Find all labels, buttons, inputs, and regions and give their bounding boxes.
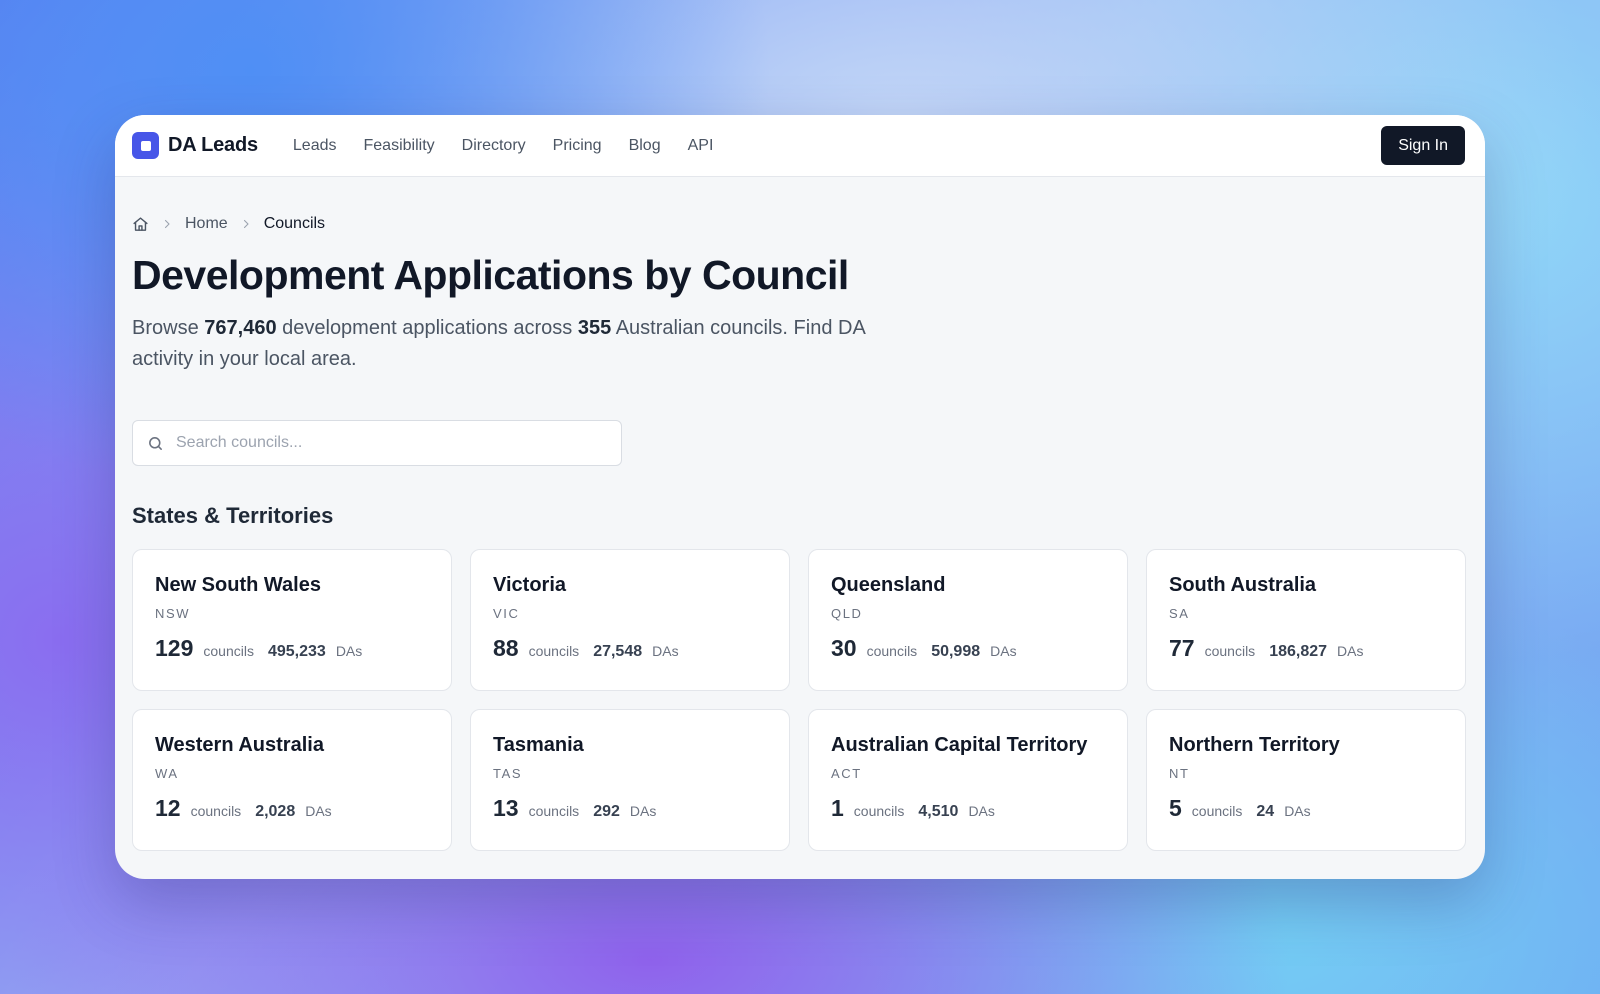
councils-count: 1 [831, 795, 844, 821]
das-count: 27,548 [593, 643, 643, 660]
section-title: States & Territories [132, 503, 334, 528]
breadcrumb: Home Councils [132, 213, 1465, 235]
state-card-act[interactable]: Australian Capital Territory ACT 1 counc… [808, 709, 1128, 851]
state-card-sa[interactable]: South Australia SA 77 councils 186,827 D… [1146, 549, 1466, 691]
das-count: 50,998 [931, 643, 981, 660]
councils-count: 13 [493, 795, 519, 821]
states-grid: New South Wales NSW 129 councils 495,233… [132, 549, 1466, 851]
councils-label: councils [203, 643, 254, 659]
subtitle-across: development applications across [282, 317, 573, 339]
state-abbr: WA [155, 766, 179, 781]
state-abbr: NT [1169, 766, 1190, 781]
das-count: 24 [1256, 803, 1275, 820]
das-label: DAs [1337, 643, 1364, 659]
state-abbr: TAS [493, 766, 523, 781]
das-count: 2,028 [255, 803, 296, 820]
nav-leads[interactable]: Leads [293, 137, 337, 155]
subtitle-browse: Browse [132, 317, 199, 339]
councils-label: councils [190, 803, 242, 819]
navbar: DA Leads Leads Feasibility Directory Pri… [115, 115, 1485, 177]
breadcrumb-home[interactable]: Home [185, 215, 228, 233]
breadcrumb-current: Councils [263, 215, 326, 232]
total-councils: 355 [577, 317, 612, 339]
main-content: Home Councils Development Applications b… [115, 177, 1485, 851]
home-icon[interactable] [132, 216, 149, 233]
chevron-right-icon [240, 218, 252, 230]
page-title: Development Applications by Council [132, 252, 849, 298]
main-nav: Leads Feasibility Directory Pricing Blog… [293, 137, 740, 155]
das-count: 292 [593, 803, 620, 820]
state-abbr: VIC [493, 606, 520, 621]
state-stats: 30 councils 50,998 DAs [831, 635, 1105, 662]
state-stats: 129 councils 495,233 DAs [155, 635, 429, 662]
councils-count: 5 [1169, 795, 1182, 821]
councils-count: 12 [155, 795, 181, 821]
councils-label: councils [528, 803, 580, 819]
logo-icon [132, 132, 159, 159]
state-card-vic[interactable]: Victoria VIC 88 councils 27,548 DAs [470, 549, 790, 691]
state-name: Northern Territory [1169, 734, 1340, 756]
das-label: DAs [652, 643, 679, 659]
councils-count: 30 [831, 635, 857, 661]
state-stats: 5 councils 24 DAs [1169, 795, 1443, 822]
page-subtitle: Browse 767,460 development applications … [132, 313, 912, 375]
search-box[interactable] [132, 420, 622, 466]
chevron-right-icon [161, 218, 173, 230]
state-stats: 77 councils 186,827 DAs [1169, 635, 1443, 662]
das-label: DAs [629, 803, 657, 819]
das-label: DAs [1284, 803, 1311, 819]
councils-count: 77 [1169, 635, 1195, 661]
logo[interactable]: DA Leads [132, 132, 258, 159]
search-icon [147, 435, 164, 452]
state-name: Western Australia [155, 734, 324, 756]
nav-directory[interactable]: Directory [462, 137, 526, 155]
nav-pricing[interactable]: Pricing [553, 137, 602, 155]
councils-label: councils [866, 643, 918, 659]
total-das: 767,460 [204, 317, 277, 339]
state-name: New South Wales [155, 574, 321, 596]
das-count: 186,827 [1269, 643, 1328, 660]
councils-label: councils [1191, 803, 1243, 819]
state-name: Queensland [831, 574, 946, 596]
nav-api[interactable]: API [688, 137, 714, 155]
das-label: DAs [305, 803, 332, 819]
state-stats: 12 councils 2,028 DAs [155, 795, 429, 822]
sign-in-button[interactable]: Sign In [1381, 126, 1465, 165]
das-label: DAs [968, 803, 995, 819]
das-label: DAs [335, 643, 363, 659]
state-name: Australian Capital Territory [831, 734, 1088, 756]
das-count: 495,233 [267, 643, 326, 660]
state-abbr: ACT [831, 766, 862, 781]
search-input[interactable] [176, 434, 607, 452]
logo-text: DA Leads [168, 134, 258, 156]
state-stats: 88 councils 27,548 DAs [493, 635, 767, 662]
nav-blog[interactable]: Blog [629, 137, 661, 155]
das-label: DAs [990, 643, 1017, 659]
state-card-nsw[interactable]: New South Wales NSW 129 councils 495,233… [132, 549, 452, 691]
state-stats: 1 councils 4,510 DAs [831, 795, 1105, 822]
state-abbr: SA [1169, 606, 1190, 621]
state-card-nt[interactable]: Northern Territory NT 5 councils 24 DAs [1146, 709, 1466, 851]
councils-label: councils [1204, 643, 1256, 659]
state-card-qld[interactable]: Queensland QLD 30 councils 50,998 DAs [808, 549, 1128, 691]
state-name: Tasmania [493, 734, 584, 756]
state-stats: 13 councils 292 DAs [493, 795, 767, 822]
app-window: DA Leads Leads Feasibility Directory Pri… [115, 115, 1485, 879]
state-name: South Australia [1169, 574, 1317, 596]
councils-count: 88 [493, 635, 519, 661]
councils-count: 129 [155, 635, 194, 661]
state-name: Victoria [493, 574, 566, 596]
state-card-tas[interactable]: Tasmania TAS 13 councils 292 DAs [470, 709, 790, 851]
state-card-wa[interactable]: Western Australia WA 12 councils 2,028 D… [132, 709, 452, 851]
councils-label: councils [853, 803, 905, 819]
state-abbr: NSW [155, 606, 191, 621]
das-count: 4,510 [918, 803, 959, 820]
councils-label: councils [528, 643, 580, 659]
nav-feasibility[interactable]: Feasibility [364, 137, 435, 155]
state-abbr: QLD [831, 606, 863, 621]
